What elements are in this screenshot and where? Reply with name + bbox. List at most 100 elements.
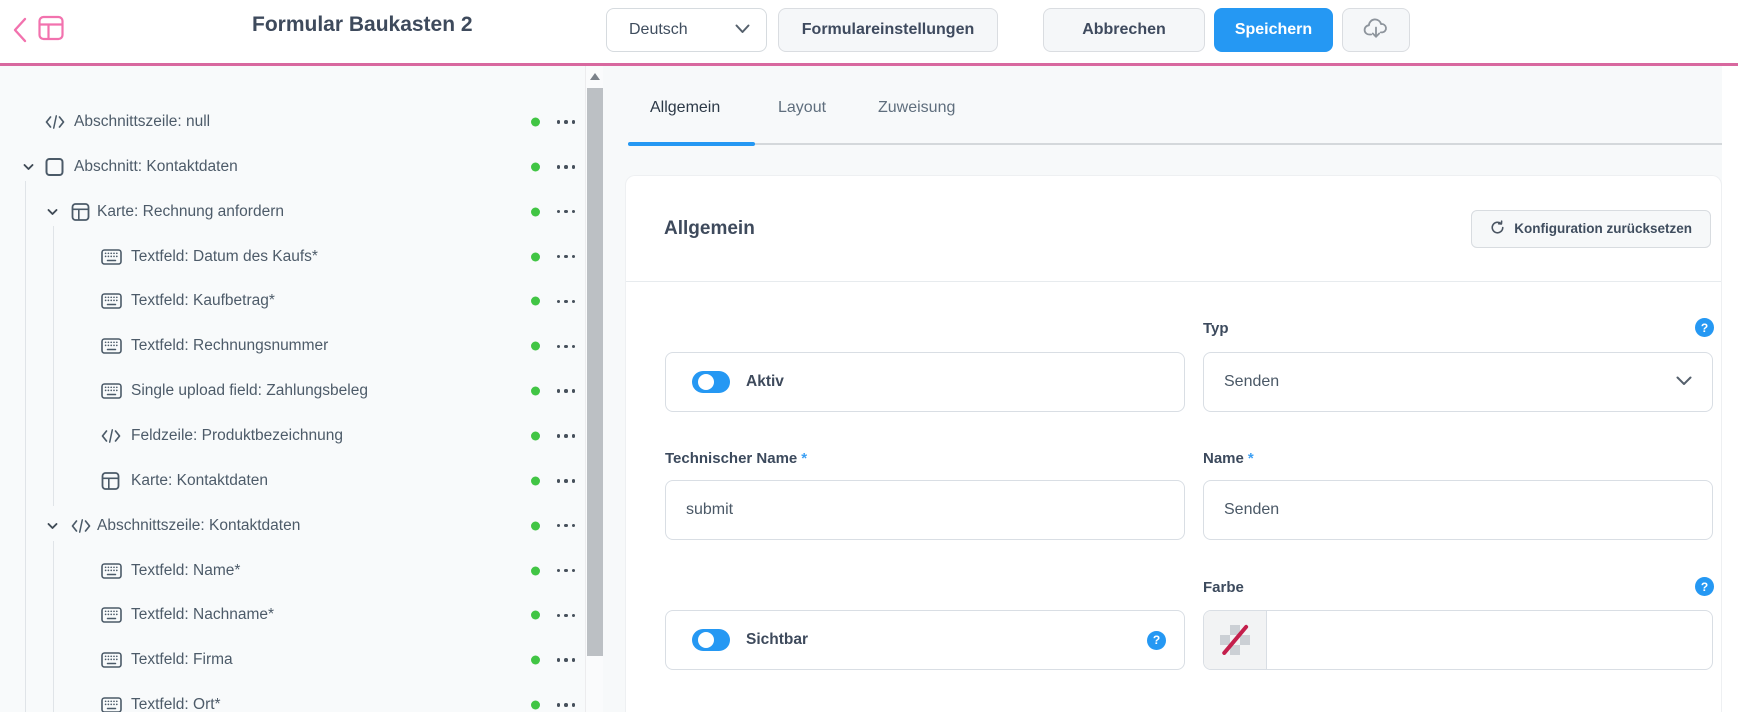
status-dot: [531, 207, 540, 216]
toggle-knob: [698, 632, 714, 648]
chevron-down-icon[interactable]: [45, 204, 60, 219]
back-button[interactable]: [8, 17, 32, 45]
farbe-help-icon[interactable]: ?: [1695, 577, 1714, 596]
name-field: [1203, 480, 1713, 540]
tree-item[interactable]: Textfeld: Kaufbetrag*: [0, 279, 585, 324]
status-dot: [531, 611, 540, 620]
scrollbar-thumb[interactable]: [587, 88, 603, 656]
technischer-name-input[interactable]: [666, 481, 1184, 539]
tree-item[interactable]: Karte: Rechnung anfordern: [0, 189, 585, 234]
chevron-down-icon[interactable]: [45, 518, 60, 533]
scroll-up-arrow-icon[interactable]: [586, 68, 604, 84]
technischer-name-field: [665, 480, 1185, 540]
tree-item[interactable]: Feldzeile: Produktbezeichnung: [0, 413, 585, 458]
tab-layout[interactable]: Layout: [778, 99, 826, 117]
tree-item[interactable]: Textfeld: Datum des Kaufs*: [0, 234, 585, 279]
status-dot: [531, 656, 540, 665]
row-menu-button[interactable]: [553, 336, 579, 356]
textfield-icon: [101, 607, 122, 624]
cancel-button[interactable]: Abbrechen: [1043, 8, 1205, 52]
chevron-down-icon[interactable]: [21, 159, 36, 174]
row-menu-button[interactable]: [553, 516, 579, 536]
status-dot: [531, 162, 540, 171]
row-menu-button[interactable]: [553, 605, 579, 625]
tree-item-label: Karte: Rechnung anfordern: [97, 203, 284, 221]
sidebar-scrollbar[interactable]: [585, 66, 603, 712]
layout-toggle-button[interactable]: [36, 14, 66, 44]
color-swatch-button[interactable]: [1204, 611, 1267, 669]
farbe-label: Farbe: [1203, 579, 1244, 596]
page-title: Formular Baukasten 2: [252, 13, 473, 37]
farbe-input[interactable]: [1267, 611, 1712, 669]
tree-item[interactable]: Abschnittszeile: Kontaktdaten: [0, 503, 585, 548]
typ-label: Typ: [1203, 320, 1229, 337]
sichtbar-toggle-field: Sichtbar ?: [665, 610, 1185, 670]
tree-item[interactable]: Abschnittszeile: null: [0, 100, 585, 145]
tab-allgemein[interactable]: Allgemein: [650, 99, 720, 117]
cloud-download-icon: [1363, 16, 1389, 45]
toggle-knob: [698, 374, 714, 390]
aktiv-label: Aktiv: [746, 373, 784, 391]
tree-item[interactable]: Textfeld: Ort*: [0, 683, 585, 712]
farbe-field: [1203, 610, 1713, 670]
active-tab-indicator: [628, 142, 755, 146]
row-menu-button[interactable]: [553, 202, 579, 222]
sichtbar-help-icon[interactable]: ?: [1147, 631, 1166, 650]
row-menu-button[interactable]: [553, 112, 579, 132]
tree-item-label: Textfeld: Rechnungsnummer: [131, 337, 328, 355]
status-dot: [531, 297, 540, 306]
tree-item[interactable]: Textfeld: Firma: [0, 638, 585, 683]
textfield-icon: [101, 562, 122, 579]
textfield-icon: [101, 248, 122, 265]
row-menu-button[interactable]: [553, 471, 579, 491]
tree-item[interactable]: Textfeld: Nachname*: [0, 593, 585, 638]
aktiv-toggle-field: Aktiv: [665, 352, 1185, 412]
tree-item[interactable]: Single upload field: Zahlungsbeleg: [0, 369, 585, 414]
row-menu-button[interactable]: [553, 291, 579, 311]
tree-item-label: Textfeld: Name*: [131, 562, 240, 580]
textfield-icon: [101, 652, 122, 669]
row-menu-button[interactable]: [553, 381, 579, 401]
row-menu-button[interactable]: [553, 650, 579, 670]
sichtbar-toggle[interactable]: [692, 629, 730, 651]
status-dot: [531, 701, 540, 710]
main-scrollbar-area[interactable]: [1722, 66, 1738, 712]
code-icon: [101, 428, 121, 443]
row-menu-button[interactable]: [553, 561, 579, 581]
form-settings-button[interactable]: Formulareinstellungen: [778, 8, 998, 52]
layout-panel-icon: [37, 14, 65, 45]
status-dot: [531, 476, 540, 485]
typ-select[interactable]: Senden: [1203, 352, 1713, 412]
tree-item[interactable]: Textfeld: Name*: [0, 548, 585, 593]
card-header: Allgemein Konfiguration zurücksetzen: [626, 176, 1721, 282]
row-menu-button[interactable]: [553, 247, 579, 267]
row-menu-button[interactable]: [553, 426, 579, 446]
tree-item[interactable]: Karte: Kontaktdaten: [0, 458, 585, 503]
form-builder-app: Formular Baukasten 2 Deutsch Formularein…: [0, 0, 1738, 712]
tree-item[interactable]: Abschnitt: Kontaktdaten: [0, 144, 585, 189]
status-dot: [531, 387, 540, 396]
language-select[interactable]: Deutsch: [606, 8, 767, 52]
textfield-icon: [101, 383, 122, 400]
tree-item[interactable]: Textfeld: Rechnungsnummer: [0, 324, 585, 369]
name-input[interactable]: [1204, 481, 1712, 539]
typ-select-value: Senden: [1224, 373, 1279, 391]
header: Formular Baukasten 2 Deutsch Formularein…: [0, 0, 1738, 63]
reset-configuration-label: Konfiguration zurücksetzen: [1514, 221, 1692, 236]
typ-help-icon[interactable]: ?: [1695, 318, 1714, 337]
save-button[interactable]: Speichern: [1214, 8, 1333, 52]
row-menu-button[interactable]: [553, 157, 579, 177]
tree-item-label: Karte: Kontaktdaten: [131, 472, 268, 490]
export-button[interactable]: [1342, 8, 1410, 52]
tree-item-label: Textfeld: Kaufbetrag*: [131, 292, 275, 310]
tree-item-label: Single upload field: Zahlungsbeleg: [131, 382, 368, 400]
status-dot: [531, 252, 540, 261]
status-dot: [531, 521, 540, 530]
form-structure-tree: Abschnittszeile: nullAbschnitt: Kontaktd…: [0, 66, 585, 712]
chevron-down-icon: [735, 21, 750, 39]
reset-configuration-button[interactable]: Konfiguration zurücksetzen: [1471, 210, 1711, 248]
tab-zuweisung[interactable]: Zuweisung: [878, 99, 955, 117]
row-menu-button[interactable]: [553, 695, 579, 712]
aktiv-toggle[interactable]: [692, 371, 730, 393]
tree-item-label: Abschnittszeile: Kontaktdaten: [97, 517, 300, 535]
